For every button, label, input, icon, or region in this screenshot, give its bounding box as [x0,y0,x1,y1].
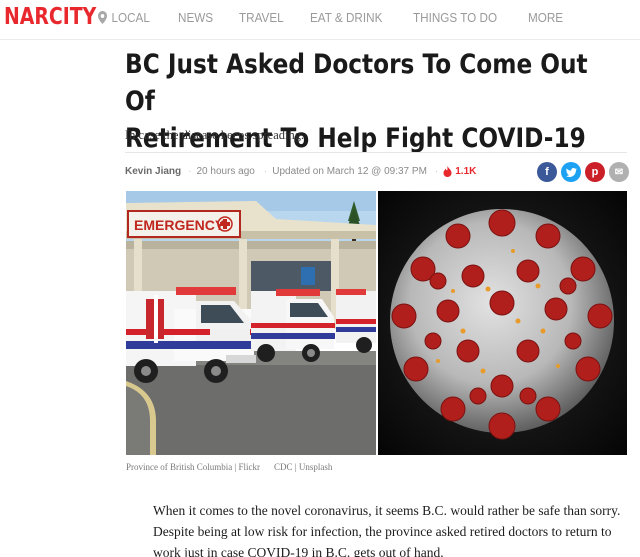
location-pin-icon [98,11,107,24]
nav-item-travel[interactable]: TRAVEL [239,10,284,25]
pinterest-share-button[interactable]: p [585,162,605,182]
pinterest-icon: p [591,166,599,178]
nav-item-more[interactable]: MORE [528,10,563,25]
nav-menu: LOCAL NEWS TRAVEL EAT & DRINK THINGS TO … [98,10,589,25]
image-captions: Province of British Columbia | Flickr CD… [126,462,332,472]
view-count: 1.1K [455,166,477,177]
divider [125,152,627,153]
author-name[interactable]: Kevin Jiang [125,166,181,177]
site-logo[interactable]: NARCITY [4,4,96,30]
publish-time: 20 hours ago [196,166,255,177]
right-image-caption: CDC | Unsplash [274,462,333,472]
flame-icon [443,166,452,177]
article-subtitle: In case the disease keeps spreading. [125,128,305,142]
updated-time: Updated on March 12 @ 09:37 PM [272,166,427,177]
nav-item-things-to-do[interactable]: THINGS TO DO [413,10,497,25]
meta-separator: · [188,166,192,177]
twitter-share-button[interactable] [561,162,581,182]
article-body-paragraph: When it comes to the novel coronavirus, … [153,500,623,557]
article-title-line1: BC Just Asked Doctors To Come Out Of [125,49,588,117]
coronavirus-illustration-svg [378,191,627,455]
facebook-share-button[interactable]: f [537,162,557,182]
nav-item-local-label: LOCAL [111,10,150,25]
meta-separator: · [263,166,268,177]
top-nav: NARCITY LOCAL NEWS TRAVEL EAT & DRINK TH… [0,0,640,40]
article-meta: Kevin Jiang · 20 hours ago · Updated on … [125,166,476,177]
ambulance-photo: EMERGENCY [126,191,376,455]
nav-item-news[interactable]: NEWS [178,10,213,25]
left-image-caption: Province of British Columbia | Flickr [126,462,261,472]
email-share-button[interactable]: ✉ [609,162,629,182]
meta-separator: · [434,166,439,177]
covid-bc-link[interactable]: COVID-19 in B.C. [247,545,350,557]
coronavirus-illustration [378,191,627,455]
body-text-part2: gets out of hand. [350,545,444,557]
nav-item-local[interactable]: LOCAL [98,10,150,25]
share-buttons: f p ✉ [537,162,633,182]
emergency-sign-text: EMERGENCY [134,217,225,233]
ambulance-photo-illustration: EMERGENCY [126,191,376,455]
email-icon: ✉ [614,166,624,178]
twitter-icon [565,167,577,177]
nav-item-eat-drink[interactable]: EAT & DRINK [310,10,382,25]
facebook-icon: f [545,166,549,178]
